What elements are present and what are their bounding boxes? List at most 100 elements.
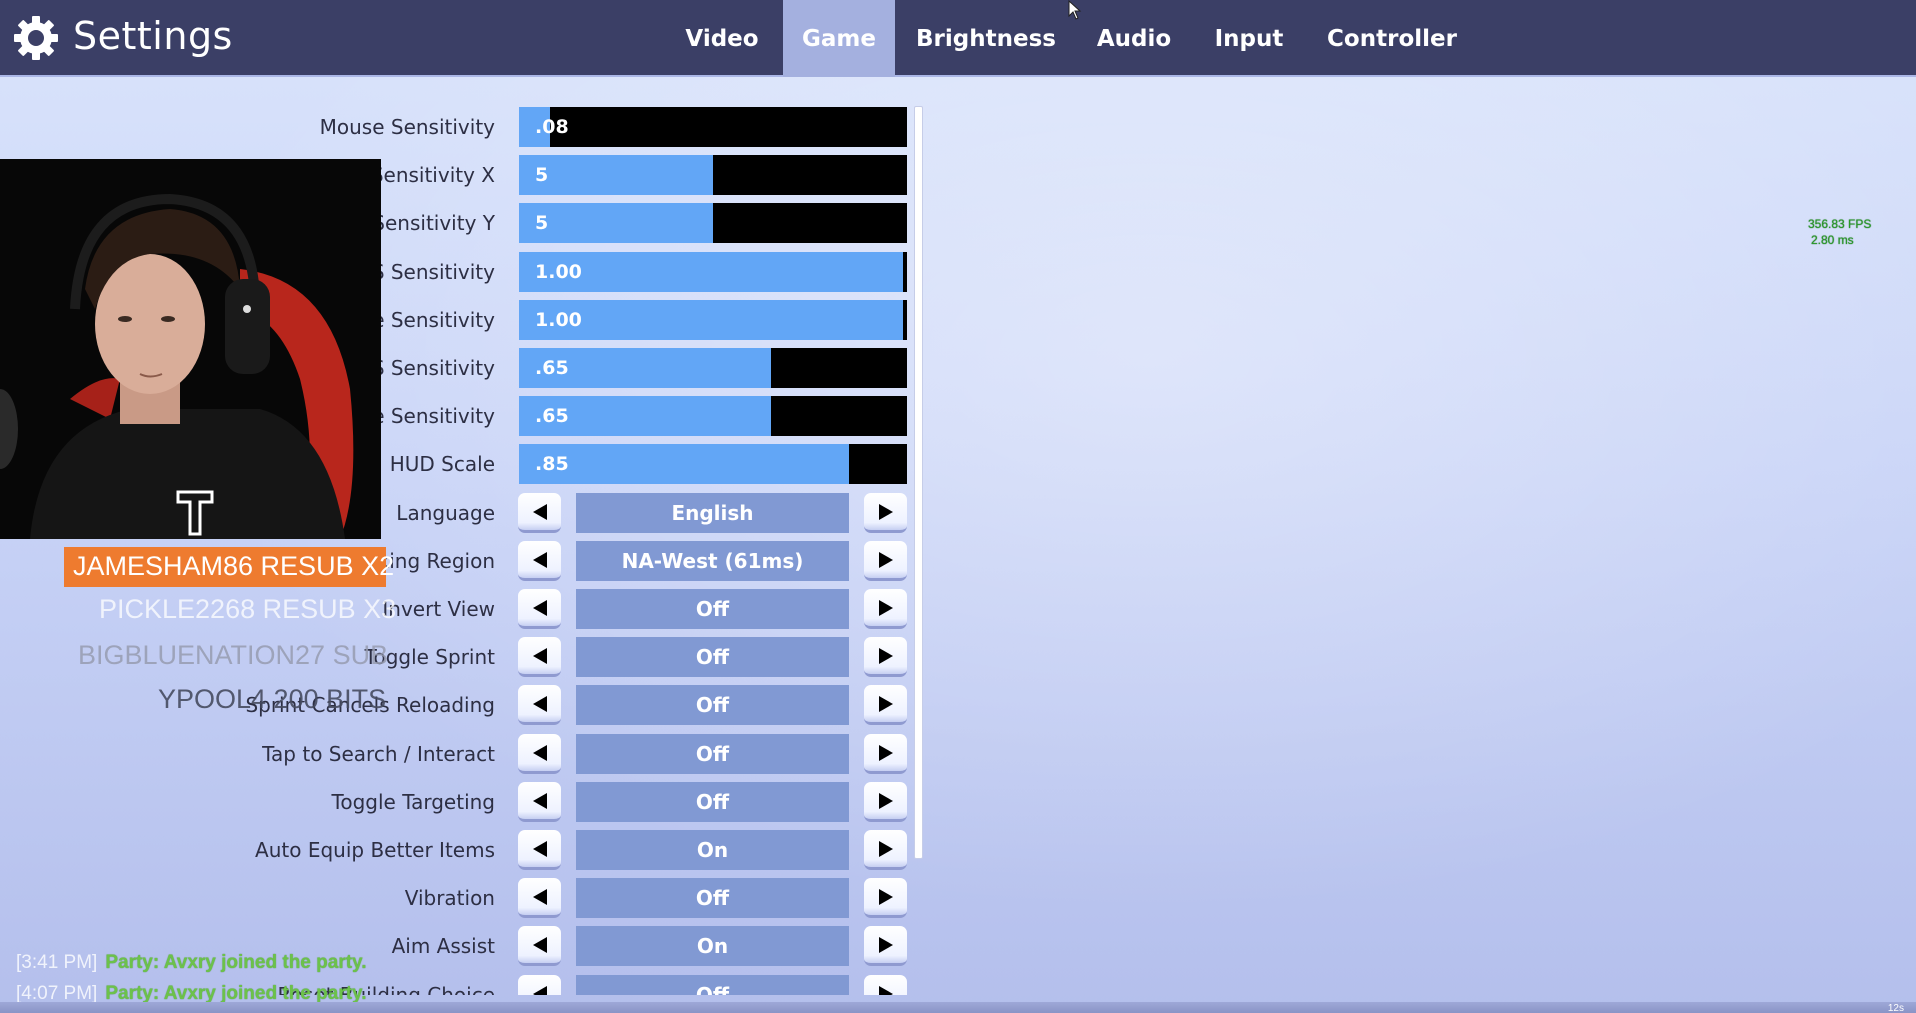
setting-slider[interactable]: 1.00 (519, 252, 907, 292)
previous-option-button[interactable] (518, 685, 561, 725)
previous-option-button[interactable] (518, 734, 561, 774)
slider-value: .65 (535, 357, 569, 379)
arrow-right-icon (878, 792, 893, 809)
slider-value: 5 (535, 164, 549, 186)
setting-label: Language (396, 501, 495, 525)
arrow-right-icon (878, 503, 893, 520)
setting-label: e Sensitivity (372, 404, 495, 428)
option-value[interactable]: On (576, 830, 849, 870)
previous-option-button[interactable] (518, 878, 561, 918)
option-value[interactable]: English (576, 493, 849, 533)
tab-video[interactable]: Video (676, 0, 768, 77)
slider-value: 1.00 (535, 261, 582, 283)
gear-icon (14, 16, 58, 60)
next-option-button[interactable] (864, 782, 907, 822)
next-option-button[interactable] (864, 830, 907, 870)
setting-slider[interactable]: .85 (519, 444, 907, 484)
slider-value: .08 (535, 116, 569, 138)
tab-input[interactable]: Input (1206, 0, 1292, 77)
setting-label: Invert View (382, 597, 495, 621)
arrow-right-icon (878, 840, 893, 857)
next-option-button[interactable] (864, 541, 907, 581)
previous-option-button[interactable] (518, 589, 561, 629)
stream-alert-resub: PICKLE2268 RESUB X3 (99, 594, 397, 624)
arrow-left-icon (532, 503, 547, 520)
option-value[interactable]: Off (576, 975, 849, 995)
setting-slider[interactable]: .65 (519, 348, 907, 388)
chat-timestamp: [3:41 PM] (16, 952, 98, 973)
next-option-button[interactable] (864, 493, 907, 533)
setting-label: S Sensitivity (371, 356, 495, 380)
arrow-left-icon (532, 985, 547, 995)
setting-slider[interactable]: .08 (519, 107, 907, 147)
webcam-overlay (0, 159, 381, 539)
stream-alert-sub: BIGBLUENATION27 SUB (78, 640, 389, 670)
fps-value: 356.83 FPS (1808, 217, 1872, 231)
option-value[interactable]: Off (576, 637, 849, 677)
next-option-button[interactable] (864, 685, 907, 725)
stream-alert-bits: YPOOL4 200 BITS (158, 684, 387, 714)
settings-scrollbar[interactable] (914, 106, 923, 859)
setting-label: Sensitivity X (370, 163, 495, 187)
next-option-button[interactable] (864, 975, 907, 995)
option-value[interactable]: NA-West (61ms) (576, 541, 849, 581)
arrow-left-icon (532, 599, 547, 616)
next-option-button[interactable] (864, 589, 907, 629)
previous-option-button[interactable] (518, 493, 561, 533)
setting-label: Auto Equip Better Items (255, 838, 495, 862)
next-option-button[interactable] (864, 926, 907, 966)
previous-option-button[interactable] (518, 637, 561, 677)
arrow-left-icon (532, 744, 547, 761)
setting-label: king Region (377, 549, 495, 573)
previous-option-button[interactable] (518, 830, 561, 870)
chat-text: Party: Avxry joined the party. (105, 952, 367, 973)
slider-value: .65 (535, 405, 569, 427)
setting-label: Sensitivity Y (372, 211, 495, 235)
previous-option-button[interactable] (518, 782, 561, 822)
setting-label: Vibration (404, 886, 495, 910)
arrow-left-icon (532, 647, 547, 664)
option-value[interactable]: Off (576, 589, 849, 629)
arrow-right-icon (878, 936, 893, 953)
option-value[interactable]: Off (576, 782, 849, 822)
next-option-button[interactable] (864, 734, 907, 774)
arrow-right-icon (878, 985, 893, 995)
setting-label: S Sensitivity (371, 260, 495, 284)
settings-header: Settings Video Game Brightness Audio Inp… (0, 0, 1916, 77)
stream-alert-resub: JAMESHAM86 RESUB X2 (64, 547, 394, 587)
slider-value: .85 (535, 453, 569, 475)
streamer-image (0, 159, 381, 539)
previous-option-button[interactable] (518, 926, 561, 966)
arrow-left-icon (532, 792, 547, 809)
arrow-right-icon (878, 647, 893, 664)
fps-counter: 356.83 FPS 2.80 ms (1808, 216, 1871, 248)
arrow-right-icon (878, 551, 893, 568)
option-value[interactable]: Off (576, 734, 849, 774)
bottom-bar (0, 1002, 1916, 1013)
arrow-left-icon (532, 695, 547, 712)
arrow-left-icon (532, 936, 547, 953)
setting-slider[interactable]: 5 (519, 203, 907, 243)
arrow-right-icon (878, 695, 893, 712)
setting-slider[interactable]: 5 (519, 155, 907, 195)
setting-label: Aim Assist (391, 934, 495, 958)
previous-option-button[interactable] (518, 975, 561, 995)
option-value[interactable]: Off (576, 878, 849, 918)
arrow-right-icon (878, 744, 893, 761)
next-option-button[interactable] (864, 637, 907, 677)
tab-game[interactable]: Game (783, 0, 895, 77)
next-option-button[interactable] (864, 878, 907, 918)
previous-option-button[interactable] (518, 541, 561, 581)
setting-slider[interactable]: .65 (519, 396, 907, 436)
option-value[interactable]: Off (576, 685, 849, 725)
timer-text: 12s (1887, 1003, 1904, 1013)
tab-audio[interactable]: Audio (1086, 0, 1182, 77)
arrow-right-icon (878, 888, 893, 905)
arrow-left-icon (532, 840, 547, 857)
setting-label: Tap to Search / Interact (262, 742, 495, 766)
setting-slider[interactable]: 1.00 (519, 300, 907, 340)
tab-brightness[interactable]: Brightness (912, 0, 1060, 77)
option-value[interactable]: On (576, 926, 849, 966)
tab-controller[interactable]: Controller (1322, 0, 1462, 77)
setting-label: HUD Scale (389, 452, 495, 476)
